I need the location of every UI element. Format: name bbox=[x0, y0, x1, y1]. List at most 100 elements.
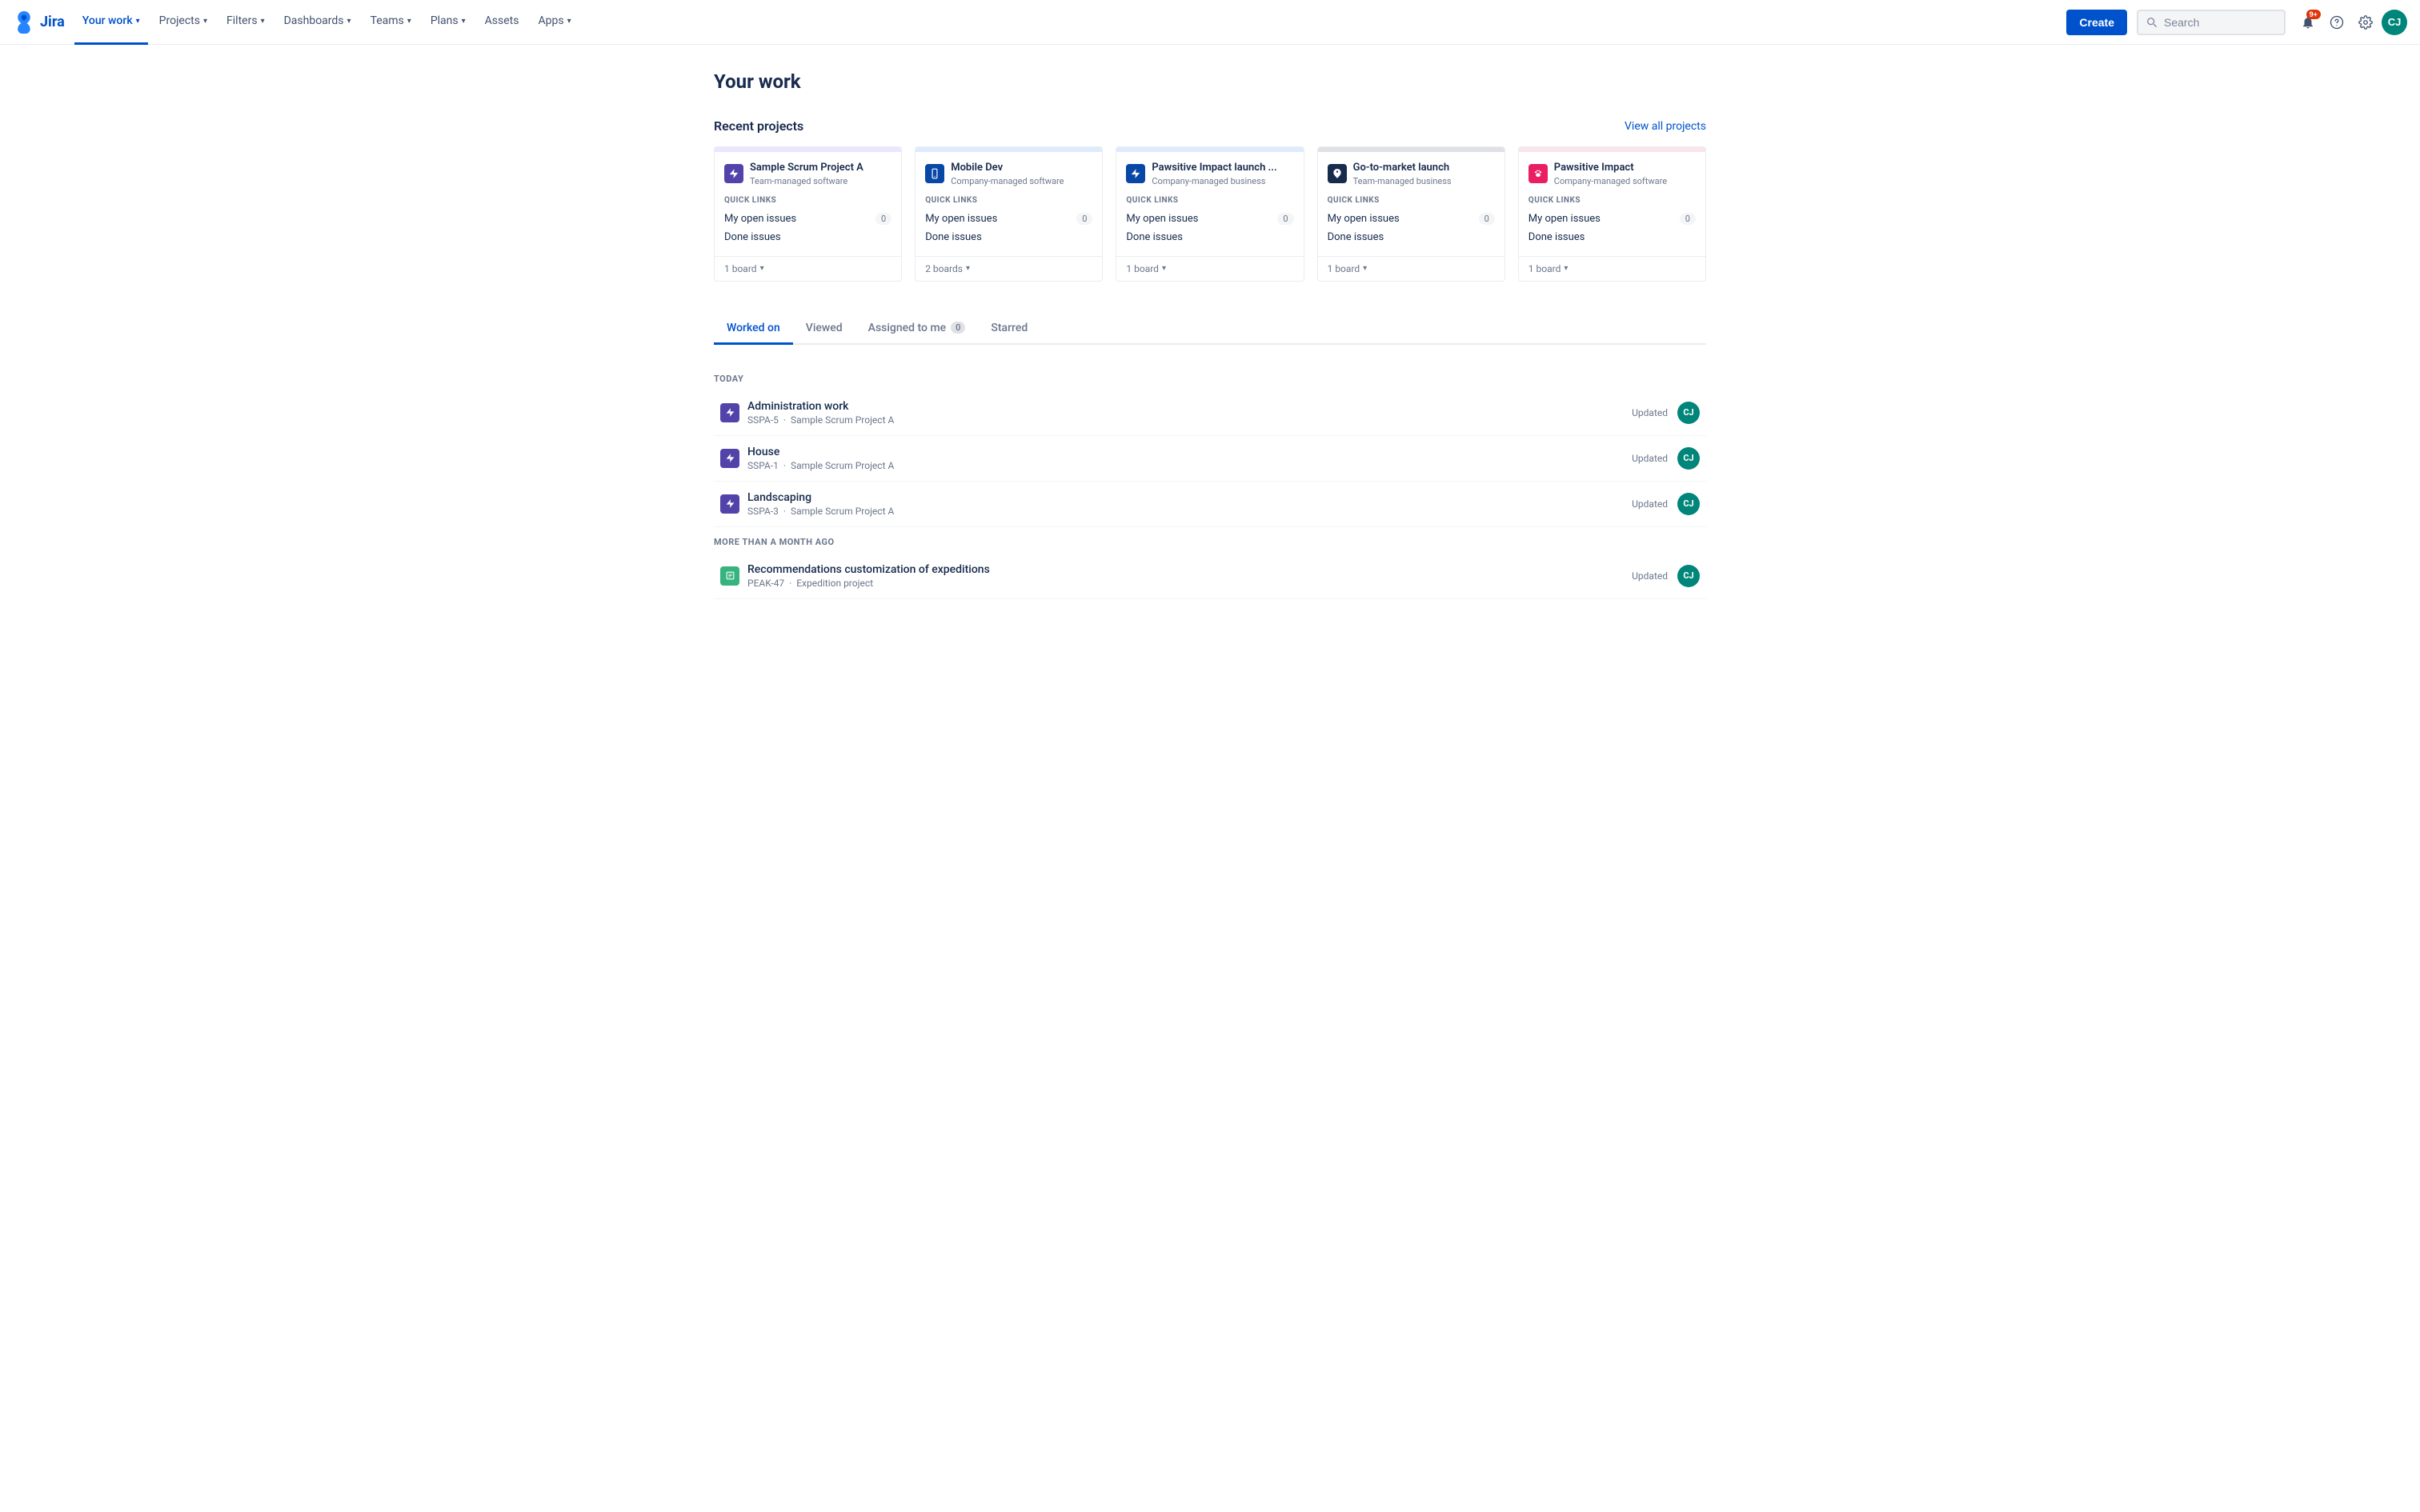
create-button[interactable]: Create bbox=[2066, 10, 2127, 35]
chevron-down-icon: ▾ bbox=[347, 17, 351, 26]
project-name: Mobile Dev bbox=[951, 162, 1064, 175]
project-icon bbox=[724, 164, 743, 183]
main-content: Your work Recent projects View all proje… bbox=[682, 45, 1738, 625]
done-issues-link[interactable]: Done issues bbox=[925, 228, 1092, 246]
settings-button[interactable] bbox=[2353, 10, 2378, 35]
projects-grid: Sample Scrum Project A Team-managed soft… bbox=[714, 146, 1706, 282]
project-card-pi[interactable]: Pawsitive Impact Company-managed softwar… bbox=[1518, 146, 1706, 282]
nav-your-work[interactable]: Your work ▾ bbox=[74, 0, 148, 45]
tab-badge: 0 bbox=[951, 322, 965, 334]
user-avatar-button[interactable]: CJ bbox=[2382, 10, 2407, 35]
tabs-container: Worked onViewedAssigned to me0Starred bbox=[714, 314, 1706, 345]
nav-projects[interactable]: Projects ▾ bbox=[151, 0, 215, 45]
project-name: Pawsitive Impact launch ... bbox=[1152, 162, 1276, 175]
notifications-button[interactable]: 9+ bbox=[2295, 10, 2321, 35]
project-icon bbox=[1126, 164, 1145, 183]
quick-links-label: QUICK LINKS bbox=[1328, 196, 1495, 205]
my-open-issues-link[interactable]: My open issues 0 bbox=[724, 210, 891, 228]
card-body: Mobile Dev Company-managed software QUIC… bbox=[916, 152, 1102, 256]
board-link[interactable]: 1 board ▾ bbox=[1519, 256, 1705, 281]
issue-count-badge: 0 bbox=[875, 213, 891, 225]
jira-logo[interactable]: Jira bbox=[13, 11, 65, 34]
work-item-type-icon bbox=[720, 449, 739, 468]
issue-count-badge: 0 bbox=[1076, 213, 1092, 225]
topnav: Jira Your work ▾ Projects ▾ Filters ▾ Da… bbox=[0, 0, 2420, 45]
done-issues-link[interactable]: Done issues bbox=[1126, 228, 1293, 246]
my-open-issues-link[interactable]: My open issues 0 bbox=[1529, 210, 1696, 228]
nav-plans[interactable]: Plans ▾ bbox=[423, 0, 474, 45]
project-card-gtm[interactable]: Go-to-market launch Team-managed busines… bbox=[1317, 146, 1505, 282]
work-item-title: Administration work bbox=[747, 400, 894, 413]
project-type: Company-managed business bbox=[1152, 176, 1276, 186]
work-item-type-icon bbox=[720, 566, 739, 586]
updated-label: Updated bbox=[1632, 570, 1668, 582]
issue-count-badge: 0 bbox=[1680, 213, 1696, 225]
work-item-meta: SSPA-5 · Sample Scrum Project A bbox=[747, 414, 894, 426]
issue-count-badge: 0 bbox=[1479, 213, 1495, 225]
card-body: Sample Scrum Project A Team-managed soft… bbox=[715, 152, 901, 256]
tab-worked-on[interactable]: Worked on bbox=[714, 314, 793, 345]
project-info: Sample Scrum Project A Team-managed soft… bbox=[724, 162, 891, 186]
nav-icons: 9+ CJ bbox=[2295, 10, 2407, 35]
board-link[interactable]: 2 boards ▾ bbox=[916, 256, 1102, 281]
tab-assigned-to-me[interactable]: Assigned to me0 bbox=[855, 314, 979, 345]
search-bar[interactable] bbox=[2137, 10, 2286, 35]
quick-links-label: QUICK LINKS bbox=[1529, 196, 1696, 205]
time-group-label: TODAY bbox=[714, 364, 1706, 390]
work-item-type-icon bbox=[720, 494, 739, 514]
logo-text: Jira bbox=[40, 14, 65, 30]
project-card-pil[interactable]: Pawsitive Impact launch ... Company-mana… bbox=[1116, 146, 1304, 282]
project-info: Go-to-market launch Team-managed busines… bbox=[1328, 162, 1495, 186]
work-item[interactable]: Administration work SSPA-5 · Sample Scru… bbox=[714, 390, 1706, 436]
chevron-down-icon: ▾ bbox=[462, 17, 466, 26]
gear-icon bbox=[2358, 15, 2373, 30]
worked-on-list: TODAY Administration work SSPA-5 · Sampl… bbox=[714, 364, 1706, 599]
work-item-meta: PEAK-47 · Expedition project bbox=[747, 578, 990, 589]
work-item-title: Landscaping bbox=[747, 491, 894, 504]
project-icon bbox=[1529, 164, 1548, 183]
view-all-projects-link[interactable]: View all projects bbox=[1625, 120, 1706, 133]
time-group-label: MORE THAN A MONTH AGO bbox=[714, 527, 1706, 554]
nav-assets[interactable]: Assets bbox=[477, 0, 527, 45]
page-title: Your work bbox=[714, 70, 1706, 93]
notification-badge: 9+ bbox=[2306, 10, 2321, 19]
board-link[interactable]: 1 board ▾ bbox=[1318, 256, 1504, 281]
project-icon bbox=[925, 164, 944, 183]
nav-teams[interactable]: Teams ▾ bbox=[363, 0, 419, 45]
work-item[interactable]: House SSPA-1 · Sample Scrum Project A Up… bbox=[714, 436, 1706, 482]
project-card-sspa[interactable]: Sample Scrum Project A Team-managed soft… bbox=[714, 146, 902, 282]
nav-apps[interactable]: Apps ▾ bbox=[530, 0, 579, 45]
project-card-mdev[interactable]: Mobile Dev Company-managed software QUIC… bbox=[915, 146, 1103, 282]
nav-dashboards[interactable]: Dashboards ▾ bbox=[276, 0, 359, 45]
work-item[interactable]: Recommendations customization of expedit… bbox=[714, 554, 1706, 599]
tab-starred[interactable]: Starred bbox=[978, 314, 1040, 345]
work-item-title: Recommendations customization of expedit… bbox=[747, 563, 990, 576]
project-type: Company-managed software bbox=[1554, 176, 1667, 186]
work-item[interactable]: Landscaping SSPA-3 · Sample Scrum Projec… bbox=[714, 482, 1706, 527]
board-link[interactable]: 1 board ▾ bbox=[715, 256, 901, 281]
chevron-down-icon: ▾ bbox=[203, 17, 207, 26]
quick-links-label: QUICK LINKS bbox=[925, 196, 1092, 205]
search-input[interactable] bbox=[2164, 16, 2276, 29]
project-name: Go-to-market launch bbox=[1353, 162, 1452, 175]
avatar: CJ bbox=[1677, 565, 1700, 587]
board-link[interactable]: 1 board ▾ bbox=[1116, 256, 1303, 281]
tabs: Worked onViewedAssigned to me0Starred bbox=[714, 314, 1706, 343]
nav-filters[interactable]: Filters ▾ bbox=[218, 0, 273, 45]
avatar: CJ bbox=[1677, 402, 1700, 424]
done-issues-link[interactable]: Done issues bbox=[1529, 228, 1696, 246]
help-button[interactable] bbox=[2324, 10, 2350, 35]
done-issues-link[interactable]: Done issues bbox=[724, 228, 891, 246]
card-body: Pawsitive Impact Company-managed softwar… bbox=[1519, 152, 1705, 256]
recent-projects-title: Recent projects bbox=[714, 118, 803, 134]
tab-viewed[interactable]: Viewed bbox=[793, 314, 855, 345]
avatar: CJ bbox=[1677, 493, 1700, 515]
my-open-issues-link[interactable]: My open issues 0 bbox=[1126, 210, 1293, 228]
chevron-down-icon: ▾ bbox=[261, 17, 265, 26]
help-icon bbox=[2330, 15, 2344, 30]
my-open-issues-link[interactable]: My open issues 0 bbox=[1328, 210, 1495, 228]
search-icon bbox=[2146, 17, 2158, 28]
done-issues-link[interactable]: Done issues bbox=[1328, 228, 1495, 246]
my-open-issues-link[interactable]: My open issues 0 bbox=[925, 210, 1092, 228]
work-item-title: House bbox=[747, 446, 894, 458]
